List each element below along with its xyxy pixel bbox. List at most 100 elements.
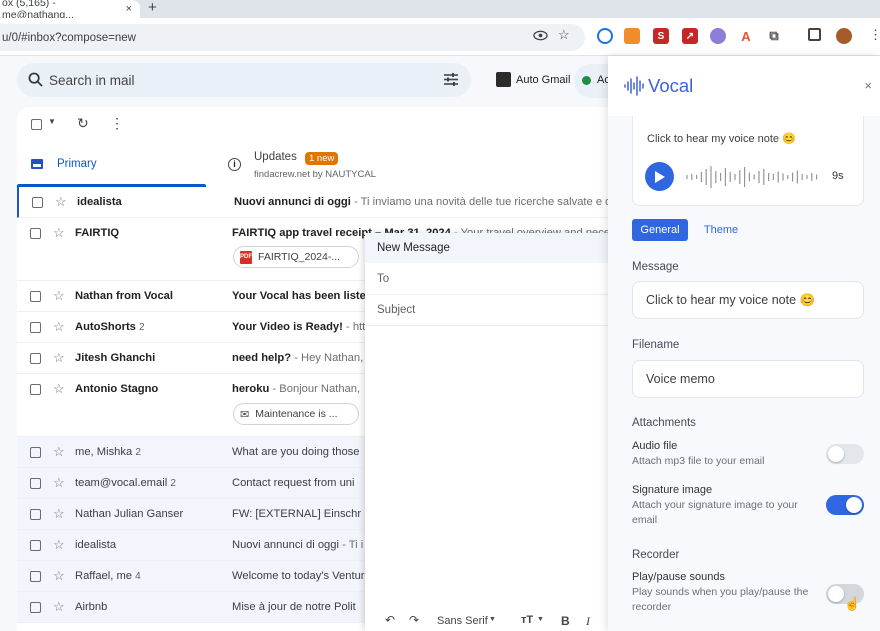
search-input[interactable]: Search in mail — [49, 73, 135, 88]
row-checkbox[interactable] — [30, 384, 41, 395]
audio-waveform — [686, 166, 818, 188]
auto-gmail-icon[interactable] — [496, 72, 511, 87]
row-checkbox[interactable] — [30, 353, 41, 364]
redo-icon[interactable]: ↷ — [409, 613, 419, 627]
select-dropdown-icon[interactable]: ▼ — [48, 117, 56, 126]
signature-image-toggle[interactable] — [826, 495, 864, 515]
row-checkbox[interactable] — [30, 540, 41, 551]
star-icon[interactable]: ☆ — [53, 568, 65, 584]
mail-snippet: - htt — [342, 321, 366, 333]
mail-subject: heroku - Bonjour Nathan, — [232, 383, 361, 395]
row-checkbox[interactable] — [30, 509, 41, 520]
attachments-label: Attachments — [632, 417, 696, 429]
star-icon[interactable]: ☆ — [53, 444, 65, 460]
star-icon[interactable]: ☆ — [55, 194, 67, 210]
row-checkbox[interactable] — [30, 291, 41, 302]
font-size-icon[interactable]: тT — [521, 614, 533, 626]
attachment-chip-fairtiq[interactable]: PDF FAIRTIQ_2024-... — [233, 246, 359, 268]
eye-icon[interactable] — [533, 28, 548, 46]
mail-sender: idealista — [77, 196, 122, 208]
row-checkbox[interactable] — [30, 228, 41, 239]
row-checkbox[interactable] — [30, 322, 41, 333]
mail-snippet: - Bonjour Nathan, — [269, 383, 361, 395]
message-input[interactable]: Click to hear my voice note 😊 — [632, 281, 864, 319]
row-checkbox[interactable] — [32, 197, 43, 208]
active-dot-icon — [582, 76, 591, 85]
side-panel-icon[interactable] — [808, 28, 821, 41]
tab-updates-subtitle: findacrew.net by NAUTYCAL — [254, 169, 376, 180]
mail-sender: Raffael, me 4 — [75, 570, 141, 582]
extension-arrow-icon[interactable]: ↗ — [682, 28, 698, 44]
vocal-title: Vocal — [648, 75, 694, 96]
updates-new-badge: 1 new — [305, 152, 339, 165]
bold-icon[interactable]: B — [561, 614, 570, 628]
undo-icon[interactable]: ↶ — [385, 613, 395, 627]
auto-gmail-button[interactable]: Auto Gmail — [516, 74, 570, 86]
filename-label: Filename — [632, 339, 680, 351]
star-icon[interactable]: ☆ — [53, 506, 65, 522]
mail-subject: Your Video is Ready! - htt — [232, 321, 366, 333]
preview-text: Click to hear my voice note 😊 — [647, 133, 796, 145]
audio-file-toggle[interactable] — [826, 444, 864, 464]
compose-title[interactable]: New Message — [365, 233, 610, 263]
compose-subject-field[interactable]: Subject — [365, 295, 610, 326]
extensions-puzzle-icon[interactable]: ⧉ — [766, 28, 782, 44]
refresh-icon[interactable]: ↻ — [77, 115, 89, 132]
url-text: u/0/#inbox?compose=new — [2, 31, 136, 44]
font-size-dropdown-icon[interactable]: ▼ — [537, 616, 544, 623]
tab-close-icon[interactable]: × — [126, 3, 132, 15]
row-checkbox[interactable] — [30, 602, 41, 613]
mail-subject: need help? - Hey Nathan, — [232, 352, 364, 364]
search-icon[interactable] — [28, 72, 43, 92]
star-icon[interactable]: ☆ — [53, 537, 65, 553]
signature-image-title: Signature image — [632, 484, 713, 496]
star-icon[interactable]: ☆ — [53, 599, 65, 615]
tab-updates[interactable]: i Updates 1 new findacrew.net by NAUTYCA… — [216, 147, 576, 187]
search-bar[interactable]: Search in mail — [17, 63, 471, 97]
star-icon[interactable]: ☆ — [53, 225, 65, 241]
extension-s-icon[interactable]: S — [653, 28, 669, 44]
metamask-icon[interactable] — [624, 28, 640, 44]
tab-primary[interactable]: Primary — [17, 147, 207, 187]
star-icon[interactable]: ☆ — [53, 475, 65, 491]
browser-tab[interactable]: ox (5,165) - me@nathang... × — [0, 0, 140, 21]
extension-blob-icon[interactable] — [710, 28, 726, 44]
tab-theme[interactable]: Theme — [696, 219, 746, 241]
row-checkbox[interactable] — [30, 478, 41, 489]
row-checkbox[interactable] — [30, 571, 41, 582]
mail-subject: Nuovi annunci di oggi - Ti inviamo una n… — [234, 196, 612, 208]
play-button[interactable] — [645, 162, 674, 191]
row-checkbox[interactable] — [30, 447, 41, 458]
extension-icon-1[interactable] — [597, 28, 613, 44]
tab-general[interactable]: General — [632, 219, 688, 241]
profile-avatar[interactable] — [836, 28, 852, 44]
compose-body[interactable] — [377, 327, 602, 607]
italic-icon[interactable]: I — [586, 614, 590, 629]
new-tab-icon[interactable]: + — [148, 0, 157, 18]
message-label: Message — [632, 261, 679, 273]
select-all-checkbox[interactable] — [31, 119, 42, 130]
filename-input[interactable]: Voice memo — [632, 360, 864, 398]
star-icon[interactable]: ☆ — [53, 350, 65, 366]
mail-row[interactable]: ☆ idealista Nuovi annunci di oggi - Ti in… — [17, 187, 612, 218]
compose-to-field[interactable]: To — [365, 264, 610, 295]
font-family-select[interactable]: Sans Serif — [437, 615, 488, 627]
vocal-close-icon[interactable]: × — [864, 78, 872, 93]
mail-subject: Mise à jour de notre Polit — [232, 601, 356, 613]
bookmark-star-icon[interactable]: ☆ — [558, 27, 570, 43]
mail-sender: FAIRTIQ — [75, 227, 120, 239]
subject-label: Subject — [377, 304, 416, 316]
vocal-header: Vocal × — [608, 56, 880, 116]
tab-updates-label: Updates — [254, 151, 297, 163]
font-dropdown-icon[interactable]: ▼ — [489, 616, 496, 623]
address-bar[interactable]: u/0/#inbox?compose=new ☆ — [0, 24, 585, 51]
star-icon[interactable]: ☆ — [53, 319, 65, 335]
mail-sender: Antonio Stagno — [75, 383, 159, 395]
star-icon[interactable]: ☆ — [53, 288, 65, 304]
search-options-icon[interactable] — [443, 72, 459, 92]
star-icon[interactable]: ☆ — [53, 381, 65, 397]
more-options-icon[interactable]: ⋮ — [110, 115, 124, 132]
extension-a-icon[interactable]: A — [738, 28, 754, 44]
attachment-chip-heroku[interactable]: ✉ Maintenance is ... — [233, 403, 359, 425]
browser-menu-icon[interactable]: ⋮ — [869, 27, 880, 43]
